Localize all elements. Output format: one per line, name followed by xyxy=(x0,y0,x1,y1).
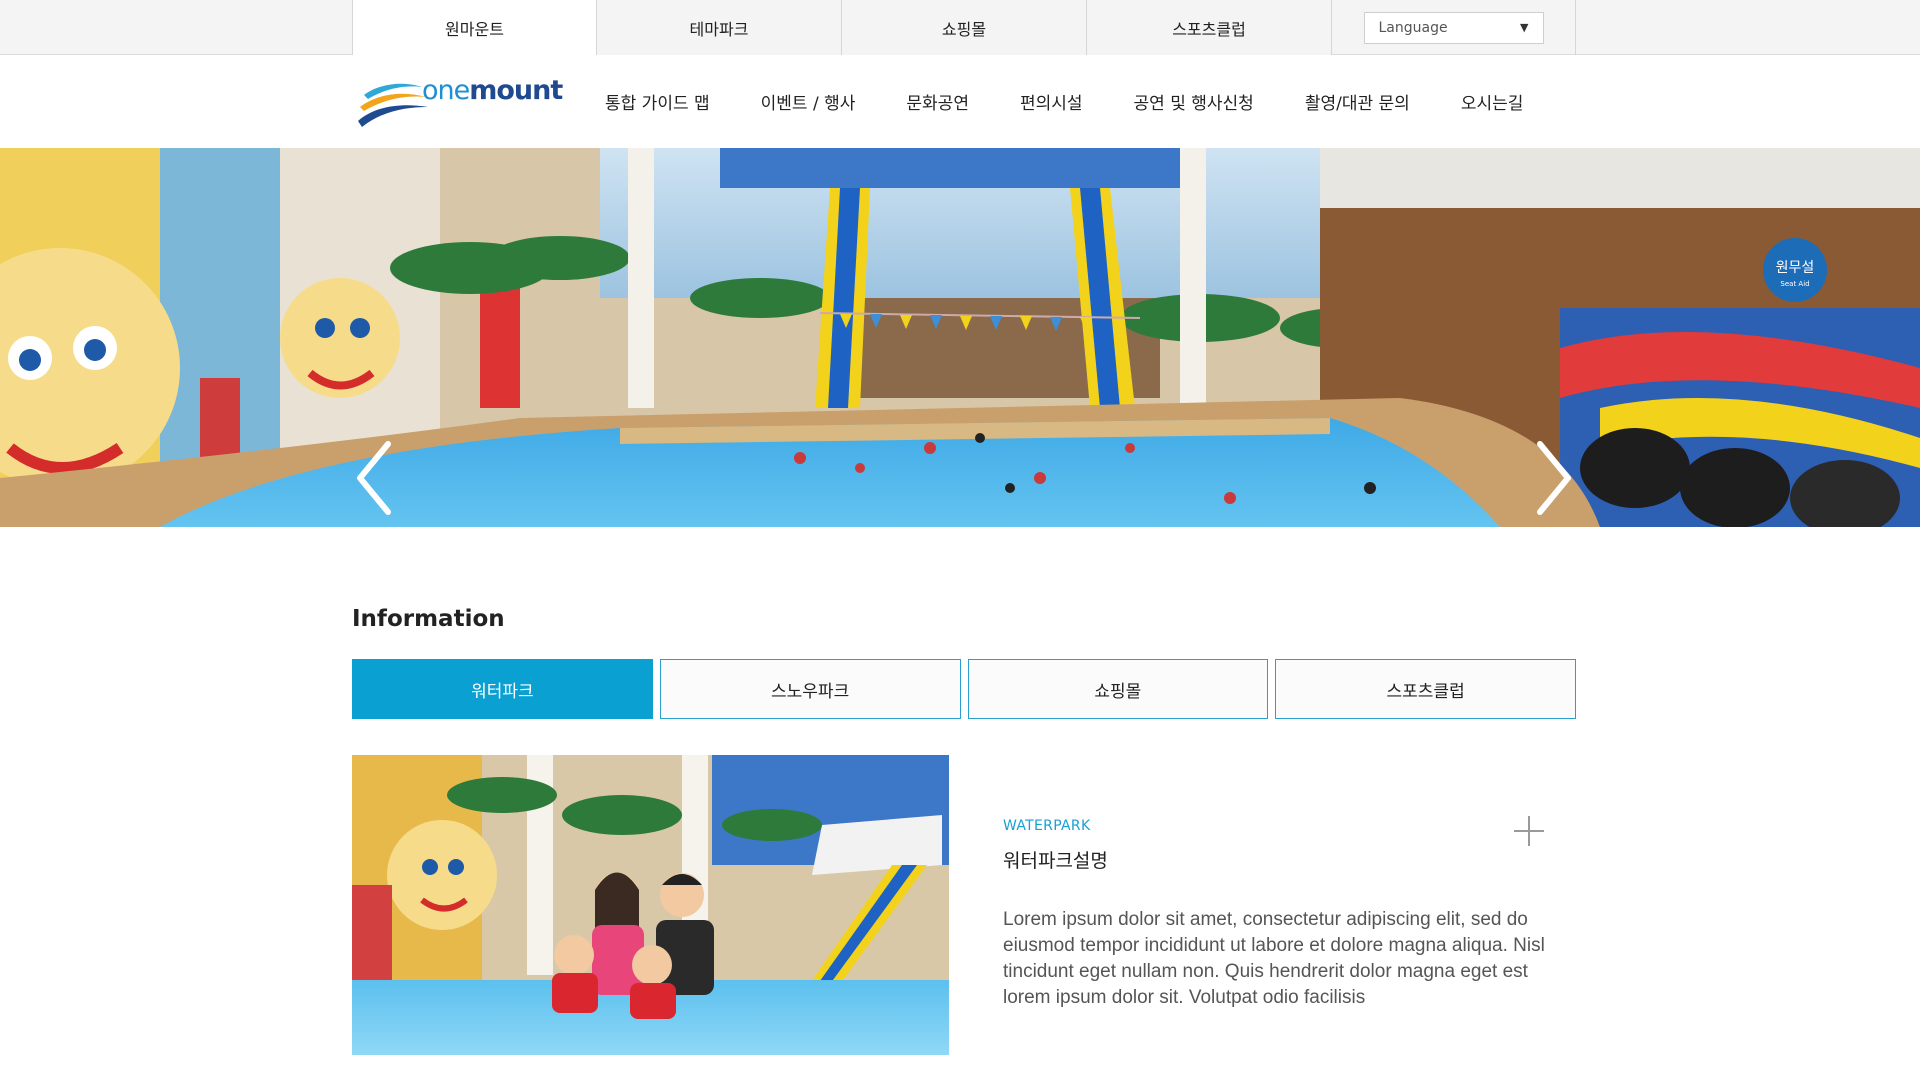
site-tab-sportsclub[interactable]: 스포츠클럽 xyxy=(1087,0,1332,55)
info-tab-waterpark[interactable]: 워터파크 xyxy=(352,659,653,719)
nav-filming-rental[interactable]: 촬영/대관 문의 xyxy=(1305,89,1410,114)
main-nav: 통합 가이드 맵 이벤트 / 행사 문화공연 편의시설 공연 및 행사신청 촬영… xyxy=(605,55,1523,148)
logo-wordmark-one: one xyxy=(422,75,470,106)
nav-culture-performance[interactable]: 문화공연 xyxy=(906,89,969,114)
slider-next-icon[interactable] xyxy=(1530,438,1580,518)
nav-facilities[interactable]: 편의시설 xyxy=(1020,89,1083,114)
nav-guide-map[interactable]: 통합 가이드 맵 xyxy=(605,89,710,114)
logo-wordmark: onemount xyxy=(422,75,563,106)
info-tab-snowpark[interactable]: 스노우파크 xyxy=(659,659,961,719)
site-tabs: 원마운트 테마파크 쇼핑몰 스포츠클럽 Language ▼ xyxy=(352,0,1576,56)
onemount-logo[interactable]: onemount xyxy=(356,73,563,129)
main-header: onemount 통합 가이드 맵 이벤트 / 행사 문화공연 편의시설 공연 … xyxy=(0,55,1920,148)
logo-wordmark-mount: mount xyxy=(469,75,563,106)
top-utility-bar: 원마운트 테마파크 쇼핑몰 스포츠클럽 Language ▼ xyxy=(0,0,1920,56)
slider-prev-icon[interactable] xyxy=(348,438,398,518)
site-tab-themepark[interactable]: 테마파크 xyxy=(597,0,842,55)
nav-event-application[interactable]: 공연 및 행사신청 xyxy=(1134,89,1254,114)
caret-down-icon: ▼ xyxy=(1520,21,1529,34)
hero-sign-subtext: Seat Aid xyxy=(1780,280,1809,288)
language-select-label: Language xyxy=(1378,19,1448,36)
family-photo-illustration xyxy=(352,755,949,1055)
info-category-label: WATERPARK xyxy=(1003,818,1091,834)
site-tab-shoppingmall[interactable]: 쇼핑몰 xyxy=(842,0,1087,55)
site-tab-onemount[interactable]: 원마운트 xyxy=(352,0,597,56)
language-select[interactable]: Language ▼ xyxy=(1363,11,1544,44)
information-detail: WATERPARK 워터파크설명 Lorem ipsum dolor sit a… xyxy=(1003,818,1563,1011)
nav-directions[interactable]: 오시는길 xyxy=(1461,89,1524,114)
waterpark-family-photo xyxy=(352,755,949,1055)
more-plus-icon[interactable] xyxy=(1512,814,1546,848)
hero-slider: 원무설 Seat Aid xyxy=(0,148,1920,527)
language-cell: Language ▼ xyxy=(1332,0,1576,55)
hero-waterpark-image: 원무설 Seat Aid xyxy=(0,148,1920,527)
info-heading: 워터파크설명 xyxy=(1003,850,1108,872)
nav-events[interactable]: 이벤트 / 행사 xyxy=(761,89,856,114)
info-tab-sportsclub[interactable]: 스포츠클럽 xyxy=(1275,659,1576,719)
info-description: Lorem ipsum dolor sit amet, consectetur … xyxy=(1003,909,1545,1008)
information-tabs: 워터파크 스노우파크 쇼핑몰 스포츠클럽 xyxy=(352,659,1576,719)
hero-sign-text: 원무설 xyxy=(1776,260,1815,276)
info-tab-shoppingmall[interactable]: 쇼핑몰 xyxy=(967,659,1269,719)
information-title: Information xyxy=(352,606,505,632)
